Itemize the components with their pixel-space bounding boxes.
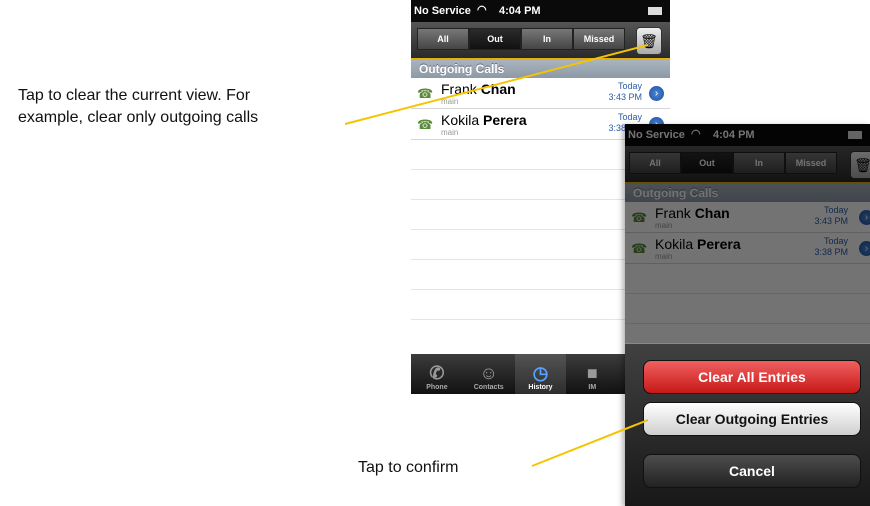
caller-name: Kokila Perera	[441, 112, 527, 128]
tab-phone-label: Phone	[426, 384, 448, 391]
phone-call-icon: ☎	[417, 86, 434, 101]
trash-icon: 🗑	[640, 32, 658, 49]
carrier-label: No Service	[414, 5, 471, 17]
call-day: Today	[617, 112, 642, 122]
history-clock-icon: ◷	[532, 363, 549, 383]
callout-clear-view-line1: Tap to clear the current view. For	[18, 87, 251, 104]
section-header: Outgoing Calls	[411, 60, 670, 78]
caller-first-name: Kokila	[441, 112, 480, 128]
action-sheet: Clear All Entries Clear Outgoing Entries…	[625, 343, 870, 506]
segment-all[interactable]: All	[417, 28, 469, 50]
phone-call-icon: ☎	[417, 117, 434, 132]
wifi-icon: ◠	[477, 4, 487, 16]
caller-last-name: Perera	[483, 112, 527, 128]
phone-confirm-screen: No Service ◠ 4:04 PM All Out In Missed 🗑…	[625, 124, 870, 506]
clock-label: 4:04 PM	[499, 5, 541, 17]
filter-segmented-control: All Out In Missed	[417, 28, 625, 50]
tab-contacts-label: Contacts	[473, 384, 504, 391]
segment-missed[interactable]: Missed	[573, 28, 625, 50]
phone-icon: ✆	[429, 363, 445, 383]
callout-confirm: Tap to confirm	[358, 459, 459, 476]
trash-button[interactable]: 🗑	[636, 27, 662, 55]
tab-im-label: IM	[588, 384, 597, 391]
callout-clear-view: Tap to clear the current view. For examp…	[18, 85, 258, 129]
caller-name: Frank Chan	[441, 81, 516, 97]
call-clock: 3:43 PM	[608, 92, 642, 102]
clear-all-button[interactable]: Clear All Entries	[643, 360, 861, 394]
caller-first-name: Frank	[441, 81, 477, 97]
segment-out[interactable]: Out	[469, 28, 521, 50]
status-bar: No Service ◠ 4:04 PM	[411, 0, 670, 22]
contacts-icon: ☺	[479, 363, 498, 383]
call-time: Today3:43 PM	[608, 81, 642, 103]
tab-im[interactable]: ■ IM	[566, 354, 618, 394]
im-bubble-icon: ■	[586, 363, 598, 383]
call-day: Today	[617, 81, 642, 91]
call-row[interactable]: ☎ Frank Chan main Today3:43 PM ›	[411, 78, 670, 109]
call-type: main	[441, 128, 459, 137]
caller-last-name: Chan	[480, 81, 516, 97]
tab-history-label: History	[528, 384, 553, 391]
disclosure-icon[interactable]: ›	[649, 86, 664, 101]
tab-phone[interactable]: ✆ Phone	[411, 354, 463, 394]
tab-history[interactable]: ◷ History	[514, 354, 567, 394]
call-type: main	[441, 97, 459, 106]
tab-contacts[interactable]: ☺ Contacts	[463, 354, 515, 394]
segment-in[interactable]: In	[521, 28, 573, 50]
cancel-button[interactable]: Cancel	[643, 454, 861, 488]
callout-clear-view-line2: example, clear only outgoing calls	[18, 109, 259, 126]
filter-toolbar: All Out In Missed 🗑	[411, 22, 670, 60]
battery-icon	[648, 7, 662, 15]
clear-outgoing-button[interactable]: Clear Outgoing Entries	[643, 402, 861, 436]
